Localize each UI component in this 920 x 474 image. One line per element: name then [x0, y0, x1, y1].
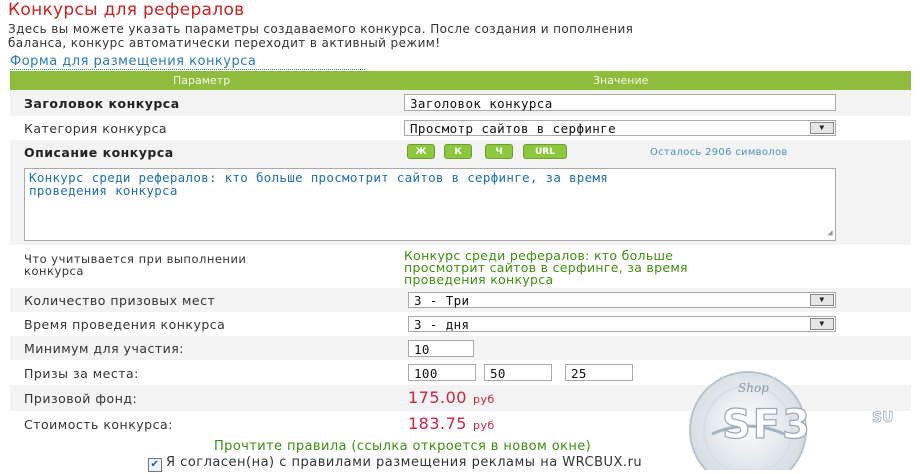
fund-value: 175.00 — [408, 388, 467, 407]
italic-button[interactable]: К — [444, 144, 472, 159]
prize-2-input[interactable]: 50 — [484, 364, 552, 381]
cost-unit: руб — [472, 419, 495, 432]
chevron-down-icon[interactable]: ▼ — [810, 318, 834, 330]
table-header: Параметр Значение — [10, 71, 911, 90]
duration-label: Время проведения конкурса — [24, 317, 226, 332]
chevron-down-icon[interactable]: ▼ — [810, 294, 834, 306]
rules-link[interactable]: Прочтите правила (ссылка откроется в нов… — [214, 439, 591, 454]
row-title: Заголовок конкурса Заголовок конкурса — [10, 90, 911, 116]
header-param: Параметр — [173, 74, 231, 87]
prize-3-input[interactable]: 25 — [565, 364, 633, 381]
minimum-label: Минимум для участия: — [24, 341, 185, 356]
row-places: Количество призовых мест 3 - Три ▼ — [10, 288, 911, 312]
duration-select[interactable]: 3 - дня ▼ — [408, 316, 836, 332]
fund-label: Призовой фонд: — [24, 391, 138, 406]
description-line-2: проведения конкурса — [29, 183, 178, 198]
title-label: Заголовок конкурса — [24, 96, 180, 111]
row-description: Описание конкурса Ж К Ч URL Осталось 290… — [10, 140, 911, 165]
underline-button[interactable]: Ч — [485, 144, 513, 159]
chars-left-counter: Осталось 2906 символов — [650, 147, 788, 158]
row-description-input: Конкурс среди рефералов: кто больше прос… — [10, 165, 911, 245]
watermark-top-text: Shop — [738, 381, 769, 395]
counted-value-line-3: проведения конкурса — [404, 272, 554, 287]
chevron-down-icon[interactable]: ▼ — [810, 122, 834, 134]
description-textarea[interactable]: Конкурс среди рефералов: кто больше прос… — [24, 168, 836, 241]
cost-label: Стоимость конкурса: — [24, 417, 173, 432]
intro-line-2: баланса, конкурс автоматически переходит… — [8, 36, 441, 50]
counted-label: Что учитывается при выполнении конкурса — [24, 253, 246, 277]
watermark-logo: Shop SF3 SU — [682, 368, 920, 474]
category-select-value: Просмотр сайтов в серфинге — [410, 121, 617, 136]
bold-button[interactable]: Ж — [407, 144, 435, 159]
description-label: Описание конкурса — [24, 145, 174, 160]
watermark-logo-text: SF3 — [722, 402, 812, 448]
header-value: Значение — [593, 74, 649, 87]
watermark-graphic: Shop SF3 SU — [689, 371, 894, 474]
places-select-value: 3 - Три — [414, 293, 470, 308]
duration-select-value: 3 - дня — [414, 317, 470, 332]
intro-text: Здесь вы можете указать параметры создав… — [8, 22, 908, 50]
fund-amount: 175.00 руб — [408, 388, 495, 407]
prize-1-input[interactable]: 100 — [408, 364, 476, 381]
watermark-suffix: SU — [872, 410, 893, 426]
counted-label-line-2: конкурса — [24, 264, 84, 278]
agree-text: Я согласен(на) с правилами размещения ре… — [166, 455, 643, 470]
form-title-underline — [10, 69, 365, 70]
row-duration: Время проведения конкурса 3 - дня ▼ — [10, 312, 911, 336]
prizes-label: Призы за места: — [24, 366, 139, 381]
intro-line-1: Здесь вы можете указать параметры создав… — [8, 22, 634, 36]
category-select[interactable]: Просмотр сайтов в серфинге ▼ — [404, 120, 836, 136]
page-title: Конкурсы для рефералов — [8, 0, 245, 20]
title-input[interactable]: Заголовок конкурса — [404, 94, 836, 111]
row-minimum: Минимум для участия: 10 — [10, 336, 911, 360]
row-counted: Что учитывается при выполнении конкурса … — [10, 245, 911, 288]
resize-grip-icon[interactable]: ◢ — [827, 229, 833, 238]
agree-checkbox-row[interactable]: ✔ Я согласен(на) с правилами размещения р… — [148, 455, 642, 472]
contest-form-table: Параметр Значение Заголовок конкурса Заг… — [10, 71, 911, 437]
category-label: Категория конкурса — [24, 121, 168, 136]
cost-value: 183.75 — [408, 414, 467, 433]
form-title: Форма для размещения конкурса — [10, 54, 257, 69]
row-category: Категория конкурса Просмотр сайтов в сер… — [10, 116, 911, 140]
places-label: Количество призовых мест — [24, 293, 216, 308]
cost-amount: 183.75 руб — [408, 414, 495, 433]
places-select[interactable]: 3 - Три ▼ — [408, 292, 836, 308]
minimum-input[interactable]: 10 — [408, 340, 474, 357]
url-button[interactable]: URL — [523, 144, 567, 159]
fund-unit: руб — [472, 393, 495, 406]
counted-value: Конкурс среди рефералов: кто больше прос… — [404, 249, 844, 287]
